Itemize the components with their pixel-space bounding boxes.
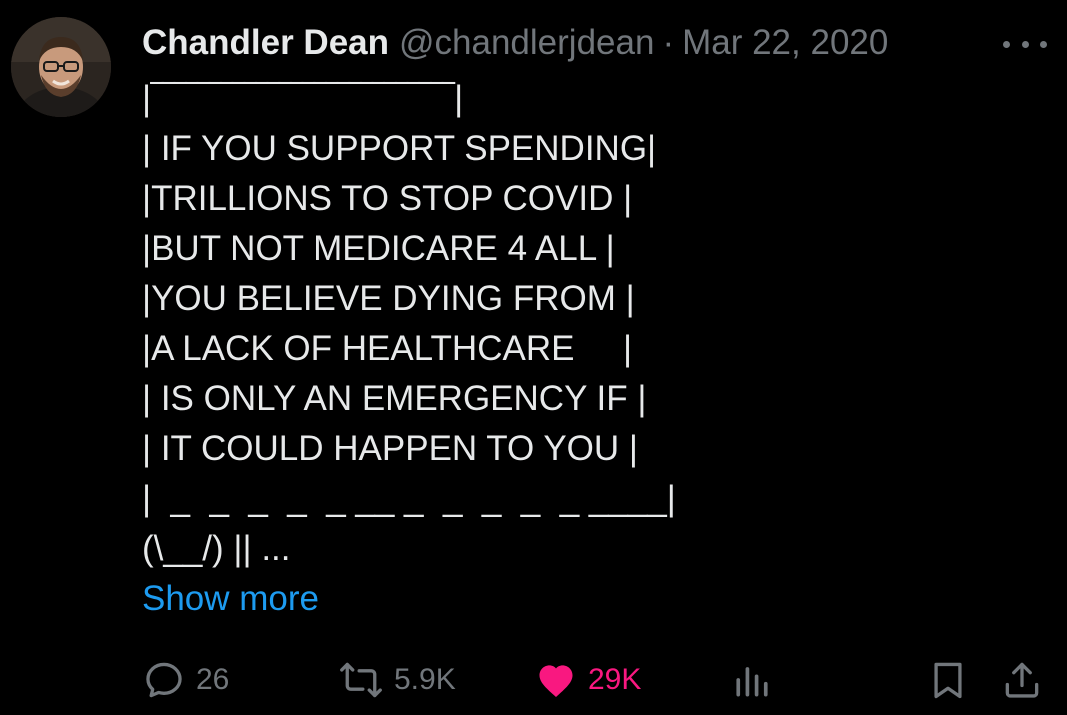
tweet-line: | IS ONLY AN EMERGENCY IF | [142,379,647,418]
reply-count: 26 [196,663,230,696]
tweet-line: (\__/) || ... [142,529,291,568]
show-more-link[interactable]: Show more [142,574,319,624]
share-icon [1005,662,1039,698]
avatar[interactable] [11,17,111,117]
bookmark-button[interactable] [926,652,970,708]
share-button[interactable] [1000,652,1044,708]
tweet-line: | _ _ _ _ _ __ _ _ _ _ _ ____| [142,479,676,518]
tweet-line: | IF YOU SUPPORT SPENDING| [142,129,657,168]
more-icon[interactable] [1003,30,1047,58]
reply-button[interactable]: 26 [142,652,229,708]
tweet-header: Chandler Dean @chandlerjdean · Mar 22, 2… [142,18,1067,68]
tweet-line: |‾‾‾‾‾‾‾‾‾‾‾‾‾‾‾‾‾‾‾‾‾‾‾‾‾‾| [142,79,464,118]
tweet-text: |‾‾‾‾‾‾‾‾‾‾‾‾‾‾‾‾‾‾‾‾‾‾‾‾‾‾| | IF YOU SUP… [142,74,676,574]
avatar-image [11,17,111,117]
repost-icon [340,662,382,698]
author-name[interactable]: Chandler Dean [142,23,389,63]
tweet-line: | IT COULD HAPPEN TO YOU | [142,429,638,468]
like-count: 29K [588,663,642,696]
views-icon [736,667,768,697]
tweet-line: |YOU BELIEVE DYING FROM | [142,279,635,318]
tweet-line: |TRILLIONS TO STOP COVID | [142,179,633,218]
tweet-line: |A LACK OF HEALTHCARE | [142,329,633,368]
tweet-date[interactable]: Mar 22, 2020 [682,23,888,63]
reply-icon [146,662,182,698]
tweet-line: |BUT NOT MEDICARE 4 ALL | [142,229,615,268]
repost-button[interactable]: 5.9K [338,652,456,708]
author-handle[interactable]: @chandlerjdean [399,23,654,63]
like-icon [539,665,573,698]
bookmark-icon [934,662,962,699]
separator-dot: · [662,23,675,62]
views-button[interactable] [730,652,774,708]
action-bar: 26 5.9K 29K [142,652,1049,708]
repost-count: 5.9K [394,663,456,696]
like-button[interactable]: 29K [534,652,641,708]
